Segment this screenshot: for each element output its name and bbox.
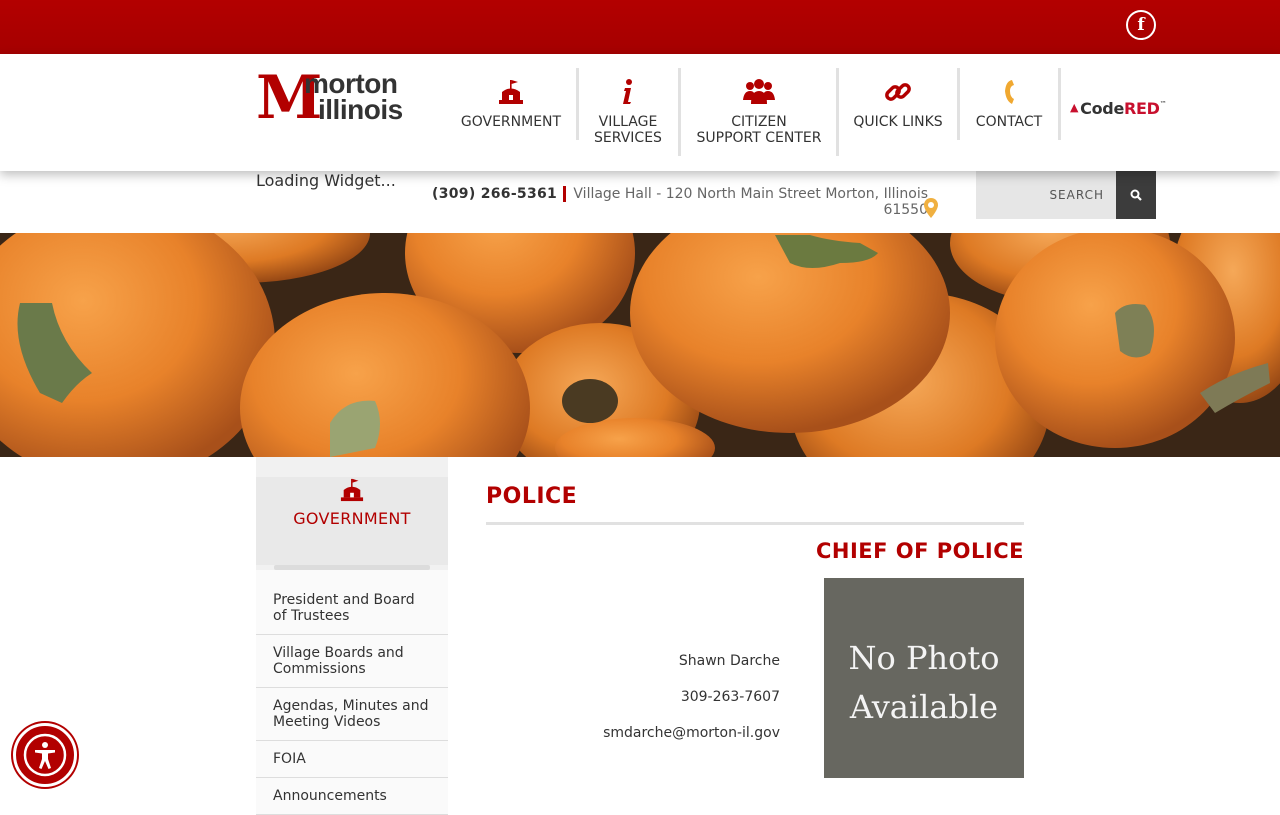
nav-divider [678,68,681,156]
village-address: Village Hall - 120 North Main Street Mor… [572,186,930,218]
map-pin-icon[interactable] [924,198,938,218]
title-divider [486,522,1024,525]
site-header: M morton illinois GOVERNMENT VILLAGE SER… [0,54,1280,171]
codered-red: RED [1124,99,1160,118]
weather-widget: Loading Widget... [256,171,396,190]
sidebar-item-president-board[interactable]: President and Board of Trustees [256,570,448,635]
sidebar-title: GOVERNMENT [293,509,411,528]
nav-quick-links[interactable]: QUICK LINKS [842,68,954,156]
link-icon [885,83,911,101]
sidebar-item-announcements[interactable]: Announcements [256,778,448,815]
no-photo-line2: Available [849,688,999,726]
logo-word-illinois: illinois [318,94,403,125]
town-hall-icon [340,478,364,502]
nav-citizen-support-center[interactable]: CITIZEN SUPPORT CENTER [684,68,834,156]
phone-icon [1005,80,1014,104]
village-phone[interactable]: (309) 266-5361 [432,186,567,202]
nav-quick-links-label: QUICK LINKS [853,114,943,130]
sidebar-item-label: President and Board of Trustees [273,592,415,624]
sidebar-item-agendas-minutes[interactable]: Agendas, Minutes and Meeting Videos [256,688,448,741]
town-hall-icon [499,80,523,104]
sidebar: GOVERNMENT President and Board of Truste… [256,457,448,815]
nav-village-services-label: VILLAGE SERVICES [594,114,662,146]
accessibility-icon [23,733,67,777]
sidebar-header[interactable]: GOVERNMENT [256,477,448,565]
nav-divider [957,68,960,140]
pumpkins-image [0,233,1280,457]
nav-divider [576,68,579,140]
sidebar-item-label: Agendas, Minutes and Meeting Videos [273,698,429,730]
nav-citizen-support-center-label: CITIZEN SUPPORT CENTER [696,114,822,146]
nav-contact[interactable]: CONTACT [962,68,1056,156]
sidebar-item-foia[interactable]: FOIA [256,741,448,778]
codered-logo-icon: ▲ [1070,101,1079,114]
village-address-text: Village Hall - 120 North Main Street Mor… [573,186,928,218]
search-icon [1130,189,1142,201]
nav-contact-label: CONTACT [975,114,1043,130]
nav-government[interactable]: GOVERNMENT [458,68,564,156]
sidebar-item-label: Village Boards and Commissions [273,645,404,677]
morton-illinois-logo[interactable]: M morton illinois [256,68,420,128]
nav-village-services[interactable]: VILLAGE SERVICES [580,68,676,156]
chief-phone[interactable]: 309-263-7607 [681,689,780,705]
facebook-icon[interactable]: f [1126,10,1156,40]
codered-link[interactable]: ▲ CodeRED™ [1070,99,1167,118]
search-button[interactable] [1116,171,1156,219]
accessibility-button[interactable] [13,723,77,787]
no-photo-placeholder: No Photo Available [824,578,1024,778]
hero-banner-pumpkins [0,233,1280,457]
sidebar-item-label: Announcements [273,788,387,804]
chief-email[interactable]: smdarche@morton-il.gov [603,725,780,741]
top-bar: f [0,0,1280,54]
people-icon [743,79,775,104]
codered-code: Code [1080,99,1125,118]
nav-divider [836,68,839,156]
no-photo-line1: No Photo [848,639,1000,677]
page-title: POLICE [486,484,578,509]
sidebar-item-boards-commissions[interactable]: Village Boards and Commissions [256,635,448,688]
info-bar: Loading Widget... (309) 266-5361 Village… [0,171,1280,233]
section-title: CHIEF OF POLICE [815,539,1024,563]
nav-divider [1058,68,1061,140]
info-icon [623,79,632,104]
search-input[interactable]: SEARCH [976,171,1116,219]
chief-name: Shawn Darche [678,653,780,669]
codered-tm: ™ [1159,100,1167,108]
sidebar-item-label: FOIA [273,751,306,767]
nav-government-label: GOVERNMENT [460,114,562,130]
